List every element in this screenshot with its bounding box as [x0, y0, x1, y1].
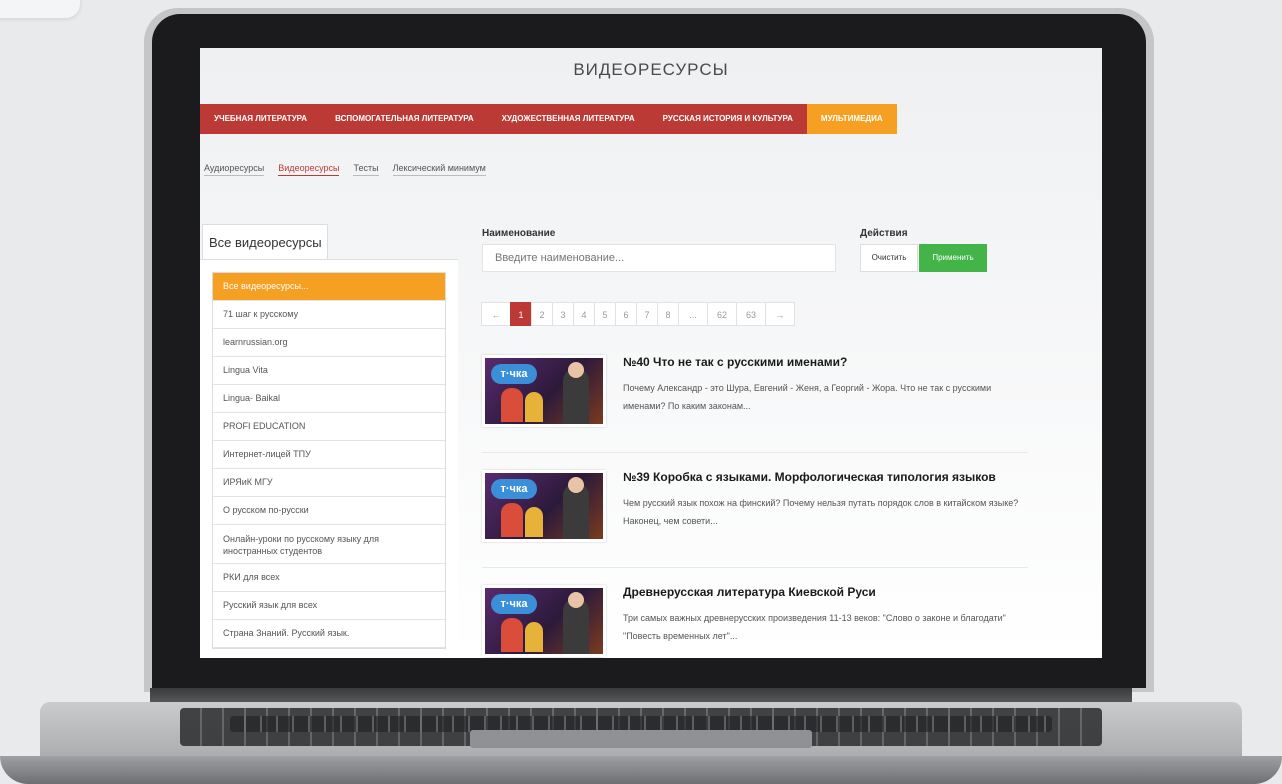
thumbnail-figure — [525, 507, 543, 537]
page-button[interactable]: 63 — [736, 302, 766, 326]
nav-item-fiction[interactable]: ХУДОЖЕСТВЕННАЯ ЛИТЕРАТУРА — [488, 104, 649, 134]
thumbnail-face — [568, 362, 584, 378]
page-button[interactable]: 62 — [707, 302, 737, 326]
video-title[interactable]: Древнерусская литература Киевской Руси — [623, 585, 876, 599]
thumbnail-figure — [501, 618, 523, 652]
name-filter-label: Наименование — [482, 228, 556, 239]
subnav-video[interactable]: Видеоресурсы — [278, 163, 340, 176]
page-button[interactable]: 8 — [657, 302, 679, 326]
thumbnail-figure — [501, 503, 523, 537]
subnav-lexical-minimum[interactable]: Лексический минимум — [392, 163, 486, 176]
main-nav: УЧЕБНАЯ ЛИТЕРАТУРА ВСПОМОГАТЕЛЬНАЯ ЛИТЕР… — [200, 104, 897, 134]
sidebar-item[interactable]: Страна Знаний. Русский язык. — [213, 620, 445, 648]
sidebar-item[interactable]: Онлайн-уроки по русскому языку для иност… — [213, 525, 445, 564]
video-thumbnail[interactable]: т·чка — [482, 585, 606, 657]
prev-page-button[interactable]: ← — [481, 302, 511, 326]
sidebar-item[interactable]: Русский язык для всех — [213, 592, 445, 620]
subnav-audio[interactable]: Аудиоресурсы — [204, 163, 265, 176]
sidebar-item[interactable]: learnrussian.org — [213, 329, 445, 357]
page-button[interactable]: 4 — [573, 302, 595, 326]
nav-item-educational-literature[interactable]: УЧЕБНАЯ ЛИТЕРАТУРА — [200, 104, 321, 134]
page-button[interactable]: 6 — [615, 302, 637, 326]
video-item[interactable]: т·чка №39 Коробка с языками. Морфологиче… — [482, 470, 1028, 570]
video-description: Чем русский язык похож на финский? Почем… — [623, 498, 1019, 526]
video-title[interactable]: №39 Коробка с языками. Морфологическая т… — [623, 470, 996, 484]
subnav-tests[interactable]: Тесты — [353, 163, 379, 176]
laptop-base — [0, 688, 1282, 784]
page-button[interactable]: 1 — [510, 302, 532, 326]
browser-screen: ВИДЕОРЕСУРСЫ УЧЕБНАЯ ЛИТЕРАТУРА ВСПОМОГА… — [200, 48, 1102, 658]
divider — [482, 452, 1028, 453]
page-ellipsis: ... — [678, 302, 708, 326]
thumbnail-face — [568, 477, 584, 493]
sidebar-item[interactable]: РКИ для всех — [213, 564, 445, 592]
divider — [482, 567, 1028, 568]
name-search-input[interactable] — [482, 244, 836, 272]
sidebar-item[interactable]: О русском по-русски — [213, 497, 445, 525]
page-button[interactable]: 3 — [552, 302, 574, 326]
thumbnail-figure — [525, 622, 543, 652]
channel-logo: т·чка — [491, 479, 537, 499]
sidebar-item[interactable]: 71 шаг к русскому — [213, 301, 445, 329]
page-button[interactable]: 2 — [531, 302, 553, 326]
sidebar-tab-all-videos[interactable]: Все видеоресурсы — [202, 224, 328, 260]
sidebar-list: Все видеоресурсы... 71 шаг к русскому le… — [212, 272, 446, 649]
video-title[interactable]: №40 Что не так с русскими именами? — [623, 355, 847, 369]
thumbnail-face — [568, 592, 584, 608]
laptop-front-edge — [0, 756, 1282, 784]
nav-item-auxiliary-literature[interactable]: ВСПОМОГАТЕЛЬНАЯ ЛИТЕРАТУРА — [321, 104, 488, 134]
video-item[interactable]: т·чка №40 Что не так с русскими именами?… — [482, 355, 1028, 455]
video-item[interactable]: т·чка Древнерусская литература Киевской … — [482, 585, 1028, 658]
background-card — [0, 0, 80, 18]
thumbnail-figure — [501, 388, 523, 422]
video-description: Почему Александр - это Шура, Евгений - Ж… — [623, 383, 992, 411]
trackpad — [470, 730, 812, 748]
sub-nav: Аудиоресурсы Видеоресурсы Тесты Лексичес… — [204, 163, 486, 176]
actions-label: Действия — [860, 228, 908, 239]
video-thumbnail[interactable]: т·чка — [482, 470, 606, 542]
clear-button[interactable]: Очистить — [860, 244, 918, 272]
channel-logo: т·чка — [491, 364, 537, 384]
page-button[interactable]: 7 — [636, 302, 658, 326]
page-button[interactable]: 5 — [594, 302, 616, 326]
pagination: ← 1 2 3 4 5 6 7 8 ... 62 63 → — [481, 302, 795, 326]
channel-logo: т·чка — [491, 594, 537, 614]
sidebar-item[interactable]: ИРЯиК МГУ — [213, 469, 445, 497]
video-thumbnail[interactable]: т·чка — [482, 355, 606, 427]
sidebar-item[interactable]: Lingua- Baikal — [213, 385, 445, 413]
video-description: Три самых важных древнерусских произведе… — [623, 613, 1006, 641]
next-page-button[interactable]: → — [765, 302, 795, 326]
sidebar: Все видеоресурсы... 71 шаг к русскому le… — [200, 259, 458, 658]
apply-button[interactable]: Применить — [919, 244, 987, 272]
thumbnail-figure — [525, 392, 543, 422]
page-title: ВИДЕОРЕСУРСЫ — [573, 60, 729, 79]
nav-item-multimedia[interactable]: МУЛЬТИМЕДИА — [806, 104, 897, 134]
sidebar-item[interactable]: PROFI EDUCATION — [213, 413, 445, 441]
sidebar-item[interactable]: Интернет-лицей ТПУ — [213, 441, 445, 469]
nav-item-history-culture[interactable]: РУССКАЯ ИСТОРИЯ И КУЛЬТУРА — [649, 104, 807, 134]
sidebar-item[interactable]: Lingua Vita — [213, 357, 445, 385]
sidebar-item[interactable]: Все видеоресурсы... — [213, 273, 445, 301]
